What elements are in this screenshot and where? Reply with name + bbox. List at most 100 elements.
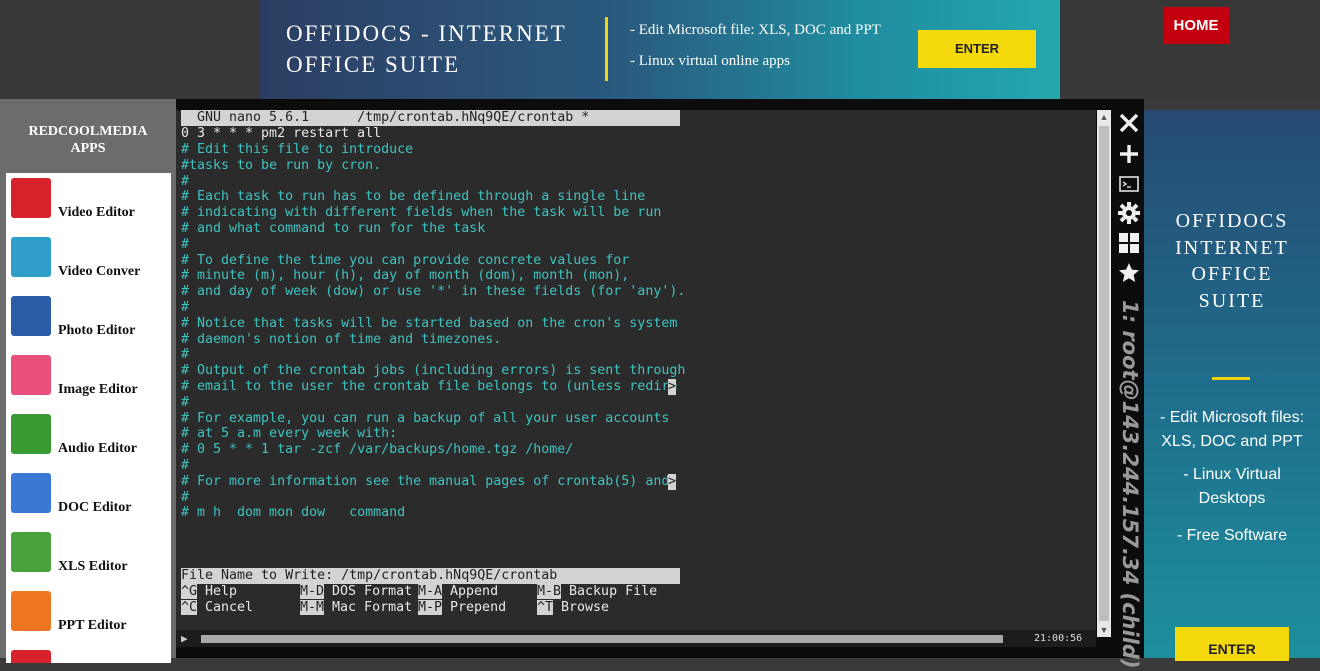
banner-title: OFFIDOCS - INTERNET OFFICE SUITE bbox=[286, 21, 567, 77]
crontab-comment-line: #tasks to be run by cron. bbox=[181, 157, 382, 173]
crontab-comment-line: # To define the time you can provide con… bbox=[181, 252, 630, 268]
crontab-comment-line: # minute (m), hour (h), day of month (do… bbox=[181, 268, 630, 284]
app-label[interactable]: Image Editor bbox=[58, 382, 138, 398]
star-icon[interactable] bbox=[1116, 261, 1142, 287]
terminal-screen[interactable]: GNU nano 5.6.1 /tmp/crontab.hNq9QE/cront… bbox=[176, 110, 1096, 647]
pdf-editor-icon[interactable] bbox=[11, 650, 51, 663]
shortcut-item: M-D DOS Format bbox=[300, 584, 412, 600]
write-prompt[interactable]: File Name to Write: /tmp/crontab.hNq9QE/… bbox=[181, 568, 680, 584]
shortcut-item: M-A Append bbox=[418, 584, 498, 600]
crontab-comment-line: # Output of the crontab jobs (including … bbox=[181, 363, 686, 379]
app-label[interactable]: Video Conver bbox=[58, 264, 140, 280]
app-item[interactable]: Photo Editor bbox=[6, 291, 171, 350]
terminal-clock: 21:00:56 bbox=[1034, 633, 1083, 644]
app-item[interactable]: Video Conver bbox=[6, 232, 171, 291]
right-ad-bullet-1: - Edit Microsoft files: XLS, DOC and PPT bbox=[1159, 409, 1305, 450]
scroll-up-icon[interactable]: ▲ bbox=[1097, 110, 1111, 124]
shortcut-label: Browse bbox=[553, 600, 610, 615]
crontab-comment-line: # email to the user the crontab file bel… bbox=[181, 379, 678, 394]
crontab-comment-line: # 0 5 * * 1 tar -zcf /var/backups/home.t… bbox=[181, 442, 574, 458]
app-label[interactable]: DOC Editor bbox=[58, 500, 132, 516]
plus-icon[interactable] bbox=[1116, 142, 1142, 168]
app-item[interactable]: DOC Editor bbox=[6, 468, 171, 527]
crontab-comment-line: # daemon's notion of time and timezones. bbox=[181, 331, 502, 347]
shortcut-key: M-M bbox=[300, 600, 325, 615]
app-item[interactable] bbox=[6, 645, 171, 663]
shortcut-key: ^C bbox=[181, 600, 198, 615]
app-label[interactable]: Audio Editor bbox=[58, 441, 137, 457]
banner-divider bbox=[605, 17, 608, 81]
terminal-window[interactable]: GNU nano 5.6.1 /tmp/crontab.hNq9QE/cront… bbox=[176, 99, 1144, 658]
banner-line-2: - Linux virtual online apps bbox=[630, 53, 790, 69]
shortcut-key: ^T bbox=[537, 600, 554, 615]
right-ad-banner[interactable]: OFFIDOCS INTERNET OFFICE SUITE - Edit Mi… bbox=[1144, 110, 1320, 661]
ppt-editor-icon[interactable] bbox=[11, 591, 51, 631]
shortcut-item: ^T Browse bbox=[537, 600, 609, 616]
terminal-icon[interactable] bbox=[1116, 173, 1142, 199]
shortcut-item: M-B Backup File bbox=[537, 584, 657, 600]
top-bar: OFFIDOCS - INTERNET OFFICE SUITE - Edit … bbox=[0, 0, 1320, 99]
app-label[interactable]: PPT Editor bbox=[58, 618, 127, 634]
shortcut-label: Help bbox=[197, 584, 238, 599]
photo-editor-icon[interactable] bbox=[11, 296, 51, 336]
close-icon[interactable] bbox=[1116, 111, 1142, 137]
vertical-scrollbar[interactable]: ▲ ▼ bbox=[1097, 110, 1111, 637]
right-ad-bullet-2: - Linux Virtual Desktops bbox=[1183, 466, 1281, 507]
grid-icon[interactable] bbox=[1116, 231, 1142, 257]
app-item[interactable]: XLS Editor bbox=[6, 527, 171, 586]
crontab-comment-line: # bbox=[181, 489, 190, 505]
home-button[interactable]: HOME bbox=[1163, 7, 1229, 44]
shortcut-label: Backup File bbox=[561, 584, 658, 599]
nano-header: GNU nano 5.6.1 /tmp/crontab.hNq9QE/cront… bbox=[181, 110, 680, 126]
app-list: Video Editor Video Conver Photo Editor Imag… bbox=[6, 173, 171, 663]
app-label[interactable]: Photo Editor bbox=[58, 323, 135, 339]
top-ad-banner[interactable]: OFFIDOCS - INTERNET OFFICE SUITE - Edit … bbox=[260, 0, 1060, 99]
shortcut-item: M-P Prepend bbox=[418, 600, 506, 616]
video-converter-icon[interactable] bbox=[11, 237, 51, 277]
crontab-comment-line: # and what command to run for the task bbox=[181, 221, 486, 236]
video-editor-icon[interactable] bbox=[11, 178, 51, 218]
gear-icon[interactable] bbox=[1116, 201, 1142, 227]
line-overflow-marker: > bbox=[668, 379, 677, 395]
apps-sidebar: REDCOOLMEDIA APPS Video Editor Video Conv… bbox=[0, 99, 176, 663]
doc-editor-icon[interactable] bbox=[11, 473, 51, 513]
shortcut-item: ^G Help bbox=[181, 584, 237, 600]
terminal-statusbar: ▶ 21:00:56 bbox=[176, 630, 1096, 647]
app-item[interactable]: PPT Editor bbox=[6, 586, 171, 645]
session-label: 1: root@143.244.157.34 (child) bbox=[1112, 300, 1144, 669]
shortcut-key: ^G bbox=[181, 584, 198, 599]
shortcut-label: Cancel bbox=[197, 600, 254, 615]
app-label[interactable]: XLS Editor bbox=[58, 559, 128, 575]
app-item[interactable]: Video Editor bbox=[6, 173, 171, 232]
crontab-comment-line: # indicating with different fields when … bbox=[181, 205, 662, 221]
banner-enter-button[interactable]: ENTER bbox=[918, 30, 1036, 68]
crontab-comment-line: # Edit this file to introduce bbox=[181, 142, 414, 157]
banner-line-1: - Edit Microsoft file: XLS, DOC and PPT bbox=[630, 22, 881, 38]
horizontal-scrollbar[interactable] bbox=[201, 635, 1003, 643]
crontab-comment-line: # bbox=[181, 300, 190, 315]
crontab-comment-line: # m h dom mon dow command bbox=[181, 505, 406, 521]
right-ad-enter-button[interactable]: ENTER bbox=[1175, 627, 1289, 661]
app-item[interactable]: Audio Editor bbox=[6, 409, 171, 468]
crontab-comment-line: # bbox=[181, 236, 190, 252]
scroll-thumb[interactable] bbox=[1099, 126, 1109, 621]
shortcut-label: Mac Format bbox=[324, 600, 413, 615]
crontab-comment-line: # at 5 a.m every week with: bbox=[181, 426, 398, 442]
crontab-comment-line: # Each task to run has to be defined thr… bbox=[181, 189, 646, 205]
crontab-comment-line: # bbox=[181, 394, 190, 410]
sidebar-heading: REDCOOLMEDIA APPS bbox=[28, 124, 148, 156]
app-item[interactable]: Image Editor bbox=[6, 350, 171, 409]
shortcut-label: Append bbox=[442, 584, 499, 599]
line-overflow-marker: > bbox=[668, 473, 677, 490]
play-icon[interactable]: ▶ bbox=[181, 632, 188, 645]
audio-editor-icon[interactable] bbox=[11, 414, 51, 454]
shortcut-key: M-B bbox=[537, 584, 562, 599]
crontab-comment-line: # bbox=[181, 458, 190, 473]
xls-editor-icon[interactable] bbox=[11, 532, 51, 572]
image-editor-icon[interactable] bbox=[11, 355, 51, 395]
app-label[interactable]: Video Editor bbox=[58, 205, 135, 221]
shortcut-label: Prepend bbox=[442, 600, 507, 615]
shortcut-key: M-D bbox=[300, 584, 325, 599]
crontab-comment-line: # For example, you can run a backup of a… bbox=[181, 410, 670, 426]
scroll-down-icon[interactable]: ▼ bbox=[1097, 623, 1111, 637]
